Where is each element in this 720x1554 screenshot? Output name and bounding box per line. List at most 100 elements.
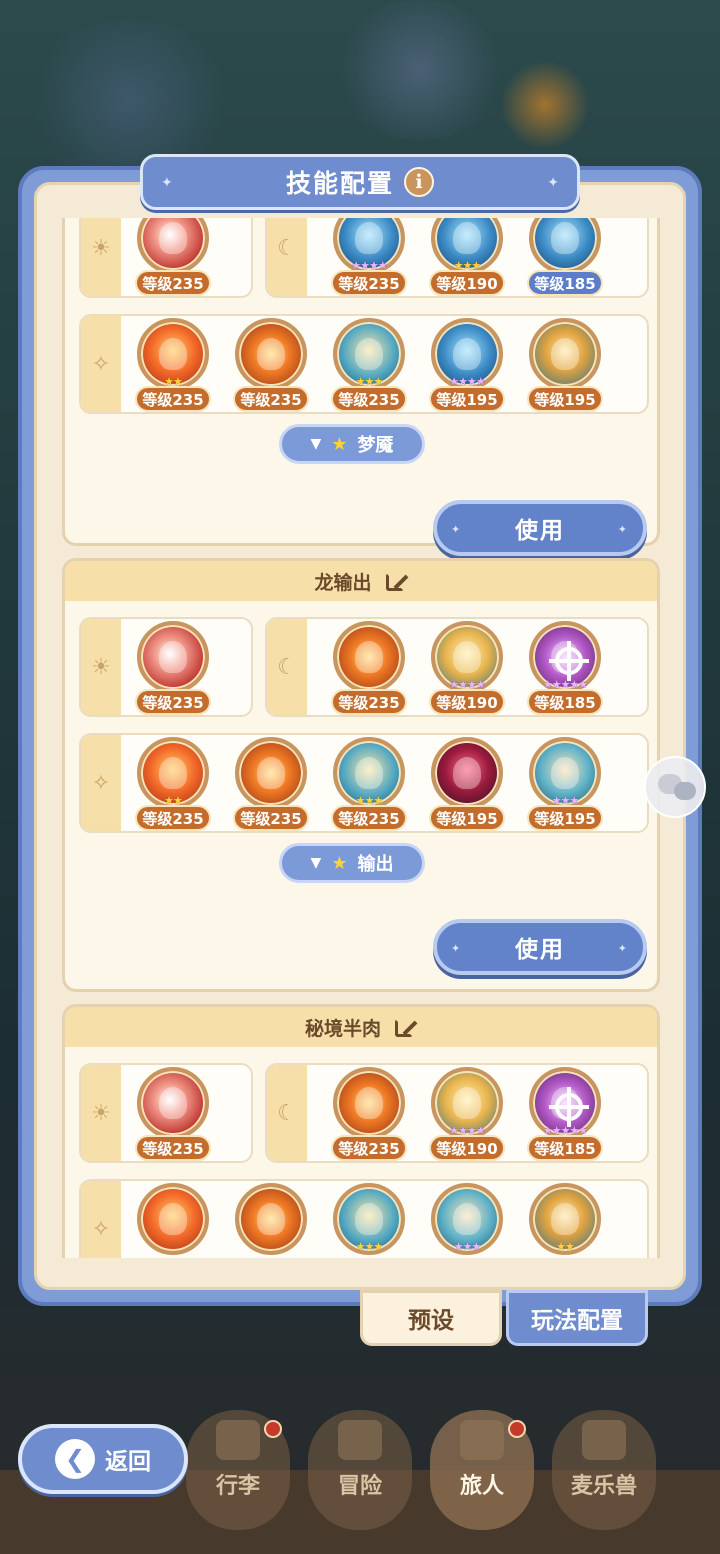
skill-slot[interactable] <box>231 1181 311 1258</box>
skill-row-primary-left: ☀ 等级235 <box>79 617 253 717</box>
skill-slot[interactable]: ★★★ 等级190 <box>427 218 507 296</box>
skill-level: 等级235 <box>331 689 407 715</box>
skill-slot[interactable]: ★★ 等级235 <box>133 316 213 412</box>
preset-card: 龙输出 ☀ 等级235 ☾ 等级235 ★★★★ 等级190 ★★★★★ 等级1… <box>62 558 660 992</box>
skill-slot[interactable]: ★★★★ 等级195 <box>427 316 507 412</box>
fox-icon <box>582 1420 626 1460</box>
skill-slot[interactable]: 等级235 <box>133 218 213 296</box>
nav-label: 旅人 <box>459 1474 504 1499</box>
preset-tag-chip[interactable]: ▼ ★ 梦魇 <box>279 424 425 464</box>
nav-item-pets[interactable]: 麦乐兽 <box>552 1410 656 1530</box>
skill-slot[interactable]: ★★★★ 等级235 <box>329 218 409 296</box>
skill-slot[interactable]: ★★★★★ 等级185 <box>525 619 605 715</box>
skill-icon <box>431 737 503 809</box>
sparkle-icon: ✦ <box>617 523 629 536</box>
skill-level: 等级235 <box>233 386 309 412</box>
skill-slot[interactable]: ★★★ <box>427 1181 507 1258</box>
skill-level: 等级235 <box>135 689 211 715</box>
skill-level: 等级195 <box>527 386 603 412</box>
sparkle-icon: ✧ <box>81 316 121 412</box>
skill-icon <box>529 218 601 274</box>
skill-row-secondary: ✧ ★★★ ★★★ ★★ <box>79 1179 649 1258</box>
skill-slot[interactable]: ★★ <box>525 1181 605 1258</box>
moon-icon: ☾ <box>267 218 307 296</box>
skill-slot[interactable]: ★★★ <box>329 1181 409 1258</box>
skill-slot[interactable] <box>133 1181 213 1258</box>
skill-slot[interactable]: 等级235 <box>133 1065 213 1161</box>
skill-slot[interactable]: 等级235 <box>329 1065 409 1161</box>
star-rating: ★★ <box>556 1240 575 1253</box>
skill-level: 等级185 <box>527 1135 603 1161</box>
skill-level: 等级195 <box>429 805 505 831</box>
sparkle-icon: ✦ <box>161 175 173 191</box>
notification-dot <box>264 1420 282 1438</box>
use-button[interactable]: ✦ 使用 ✦ <box>433 500 647 556</box>
nav-item-adventure[interactable]: 冒险 <box>308 1410 412 1530</box>
skill-slot[interactable]: ★★★ 等级235 <box>329 316 409 412</box>
skill-slot[interactable]: ★★★★★ 等级185 <box>525 1065 605 1161</box>
skill-icon <box>235 318 307 390</box>
notification-dot <box>508 1420 526 1438</box>
sparkle-icon: ✦ <box>547 175 559 191</box>
skill-row-primary-right: ☾ 等级235 ★★★★ 等级190 ★★★★★ 等级185 <box>265 1063 649 1163</box>
edit-icon[interactable] <box>385 570 408 592</box>
skill-icon <box>137 1183 209 1255</box>
preset-card: 秘境半肉 ☀ 等级235 ☾ 等级235 ★★★★ 等级190 ★★★★★ 等级… <box>62 1004 660 1258</box>
skill-row-primary-right: ☾ ★★★★ 等级235 ★★★ 等级190 等级185 <box>265 218 649 298</box>
skill-slot[interactable]: ★★★ 等级235 <box>329 735 409 831</box>
sparkle-icon: ✦ <box>451 523 463 536</box>
skill-slot[interactable]: 等级235 <box>329 619 409 715</box>
skill-row-primary-left: ☀ 等级235 <box>79 1063 253 1163</box>
preset-card: ☀ 等级235 ☾ ★★★★ 等级235 ★★★ 等级190 等级185 ✧ ★… <box>62 218 660 556</box>
skill-level: 等级235 <box>331 1135 407 1161</box>
preset-list[interactable]: ☀ 等级235 ☾ ★★★★ 等级235 ★★★ 等级190 等级185 ✧ ★… <box>38 218 682 1258</box>
skill-slot[interactable]: 等级235 <box>231 316 311 412</box>
triangle-down-icon: ▼ <box>310 436 322 452</box>
skill-level: 等级190 <box>429 1135 505 1161</box>
skill-level: 等级195 <box>527 805 603 831</box>
nav-label: 冒险 <box>337 1474 382 1499</box>
skill-slot[interactable]: 等级195 <box>427 735 507 831</box>
page-title: 技能配置 <box>285 169 394 198</box>
skill-slot[interactable]: ★★★ 等级195 <box>525 735 605 831</box>
back-arrow-icon: ❮ <box>55 1439 95 1479</box>
skill-slot[interactable]: 等级185 <box>525 218 605 296</box>
sun-icon: ☀ <box>81 218 121 296</box>
skill-slot[interactable]: ★★★★ 等级190 <box>427 619 507 715</box>
nav-label: 麦乐兽 <box>570 1474 637 1499</box>
sparkle-icon: ✦ <box>617 942 629 955</box>
nav-item-luggage[interactable]: 行李 <box>186 1410 290 1530</box>
preset-tag-chip[interactable]: ▼ ★ 输出 <box>279 843 425 883</box>
info-icon[interactable]: i <box>404 167 434 197</box>
back-button-label: 返回 <box>105 1449 151 1475</box>
back-button[interactable]: ❮ 返回 <box>18 1424 188 1494</box>
skill-level: 等级235 <box>135 805 211 831</box>
skill-row-primary-right: ☾ 等级235 ★★★★ 等级190 ★★★★★ 等级185 <box>265 617 649 717</box>
nav-item-traveler[interactable]: 旅人 <box>430 1410 534 1530</box>
traveler-avatar-icon <box>460 1420 504 1460</box>
skill-slot[interactable]: 等级235 <box>231 735 311 831</box>
skill-level: 等级235 <box>135 1135 211 1161</box>
edit-icon[interactable] <box>395 1016 418 1038</box>
tab-play-config[interactable]: 玩法配置 <box>506 1290 648 1346</box>
moon-icon: ☾ <box>267 619 307 715</box>
skill-slot[interactable]: ★★★★ 等级190 <box>427 1065 507 1161</box>
skill-level: 等级185 <box>527 689 603 715</box>
use-button[interactable]: ✦ 使用 ✦ <box>433 919 647 975</box>
skill-level: 等级235 <box>331 805 407 831</box>
preset-tag-label: 输出 <box>357 854 394 875</box>
skill-slot[interactable]: 等级235 <box>133 619 213 715</box>
tab-preset[interactable]: 预设 <box>360 1290 502 1346</box>
skill-level: 等级185 <box>527 270 603 296</box>
skill-icon <box>137 218 209 274</box>
skill-icon <box>333 1067 405 1139</box>
use-button-label: 使用 <box>515 518 565 544</box>
chat-icon[interactable] <box>644 756 706 818</box>
skill-slot[interactable]: 等级195 <box>525 316 605 412</box>
star-rating: ★★★ <box>355 1240 384 1253</box>
star-icon: ★ <box>331 852 348 874</box>
skill-slot[interactable]: ★★ 等级235 <box>133 735 213 831</box>
skill-icon <box>235 737 307 809</box>
skill-level: 等级190 <box>429 270 505 296</box>
star-rating: ★★★ <box>453 1240 482 1253</box>
